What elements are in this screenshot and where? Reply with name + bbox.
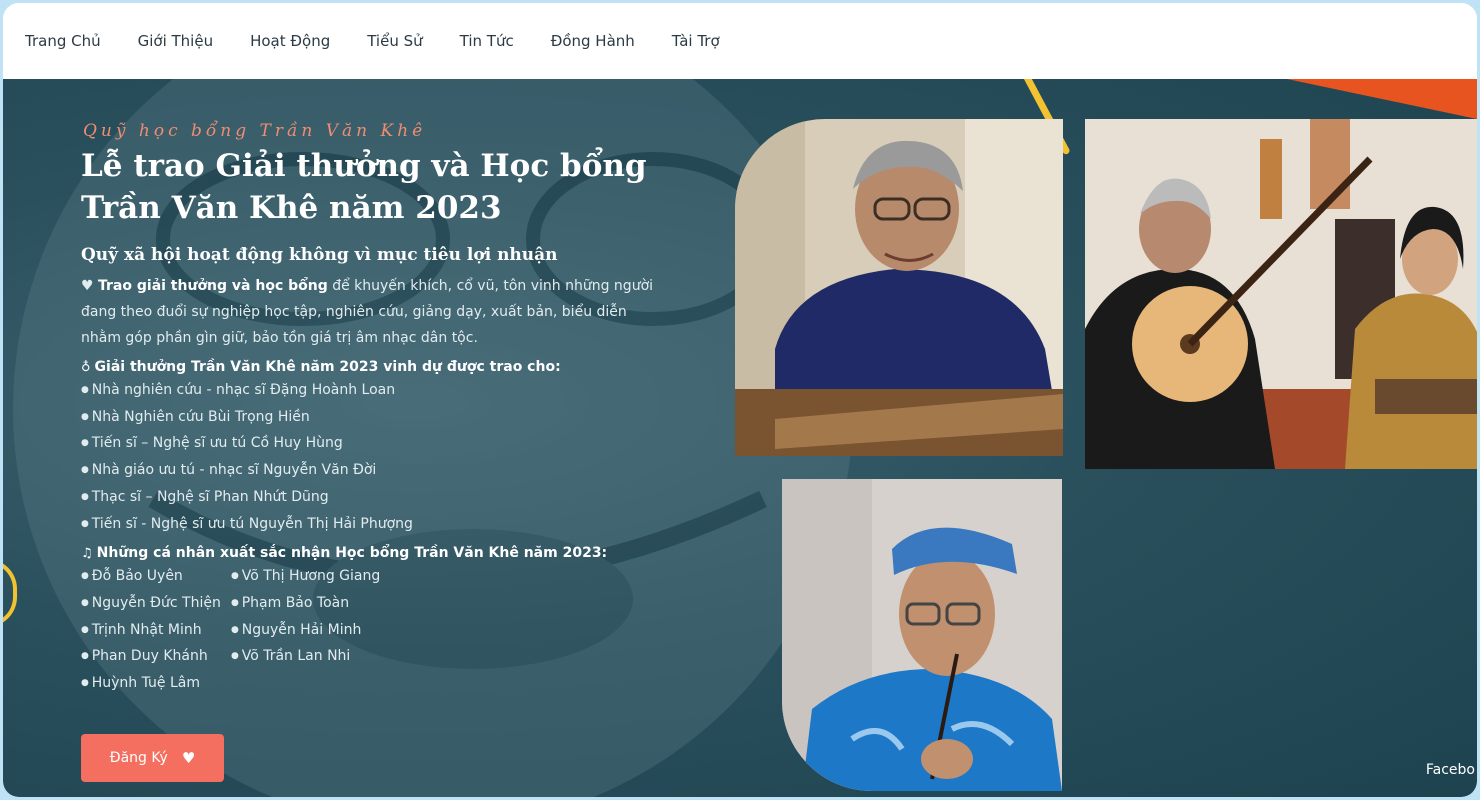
list-item: Nhà nghiên cứu - nhạc sĩ Đặng Hoành Loan xyxy=(81,377,671,404)
intro-bold: Trao giải thưởng và học bổng xyxy=(98,278,328,294)
browser-frame: Trang Chủ Giới Thiệu Hoạt Động Tiểu Sử T… xyxy=(3,3,1477,797)
scholar-columns: Đỗ Bảo Uyên Nguyễn Đức Thiện Trịnh Nhật … xyxy=(81,563,671,697)
nav-item-tai-tro[interactable]: Tài Trợ xyxy=(672,32,720,50)
heart-icon: ♥ xyxy=(81,278,94,294)
nav-item-dong-hanh[interactable]: Đồng Hành xyxy=(551,32,635,50)
photo-elder-zither xyxy=(735,119,1063,456)
list-item: Huỳnh Tuệ Lâm xyxy=(81,670,231,697)
list-item: Phạm Bảo Toàn xyxy=(231,590,380,617)
awardee-list: Nhà nghiên cứu - nhạc sĩ Đặng Hoành Loan… xyxy=(81,377,671,537)
nav-item-tieu-su[interactable]: Tiểu Sử xyxy=(367,32,422,50)
list-item: Nhà Nghiên cứu Bùi Trọng Hiền xyxy=(81,404,671,431)
list-item: Đỗ Bảo Uyên xyxy=(81,563,231,590)
awards-heading: ♁ Giải thưởng Trần Văn Khê năm 2023 vinh… xyxy=(81,359,671,375)
list-item: Võ Trần Lan Nhi xyxy=(231,643,380,670)
hero-content: Quỹ học bổng Trần Văn Khê Lễ trao Giải t… xyxy=(81,121,671,697)
facebook-link[interactable]: Facebo xyxy=(1426,762,1475,778)
hand-heart-icon: ♥ xyxy=(181,749,196,767)
hero-section: Quỹ học bổng Trần Văn Khê Lễ trao Giải t… xyxy=(3,79,1477,797)
nav-item-tin-tuc[interactable]: Tin Tức xyxy=(460,32,514,50)
award-icon: ♁ xyxy=(81,359,91,375)
scholar-list-1: Đỗ Bảo Uyên Nguyễn Đức Thiện Trịnh Nhật … xyxy=(81,563,231,697)
list-item: Nguyễn Hải Minh xyxy=(231,617,380,644)
photo-musician-blue xyxy=(782,479,1062,791)
top-navigation: Trang Chủ Giới Thiệu Hoạt Động Tiểu Sử T… xyxy=(3,3,1477,79)
nav-item-trang-chu[interactable]: Trang Chủ xyxy=(25,32,101,50)
list-item: Phan Duy Khánh xyxy=(81,643,231,670)
register-button[interactable]: Đăng Ký ♥ xyxy=(81,734,224,782)
hero-subtitle: Quỹ xã hội hoạt động không vì mục tiêu l… xyxy=(81,245,558,265)
scholarship-heading-text: Những cá nhân xuất sắc nhận Học bổng Trầ… xyxy=(96,545,608,562)
awards-heading-text: Giải thưởng Trần Văn Khê năm 2023 vinh d… xyxy=(94,359,561,375)
list-item: Trịnh Nhật Minh xyxy=(81,617,231,644)
list-item: Thạc sĩ – Nghệ sĩ Phan Nhứt Dũng xyxy=(81,484,671,511)
scholarship-heading: ♫ Những cá nhân xuất sắc nhận Học bổng T… xyxy=(81,545,671,561)
list-item: Nguyễn Đức Thiện xyxy=(81,590,231,617)
music-icon: ♫ xyxy=(81,545,93,561)
photo-elder-lute xyxy=(1085,119,1477,469)
register-label: Đăng Ký xyxy=(109,750,168,766)
list-item: Tiến sĩ - Nghệ sĩ ưu tú Nguyễn Thị Hải P… xyxy=(81,511,671,538)
scholar-list-2: Võ Thị Hương Giang Phạm Bảo Toàn Nguyễn … xyxy=(231,563,381,697)
page-title: Lễ trao Giải thưởng và Học bổng Trần Văn… xyxy=(81,148,647,226)
list-item: Nhà giáo ưu tú - nhạc sĩ Nguyễn Văn Đời xyxy=(81,457,671,484)
intro-paragraph: ♥ Trao giải thưởng và học bổng để khuyến… xyxy=(81,273,671,351)
list-item: Võ Thị Hương Giang xyxy=(231,563,381,590)
nav-item-hoat-dong[interactable]: Hoạt Động xyxy=(250,32,330,50)
hero-eyebrow: Quỹ học bổng Trần Văn Khê xyxy=(83,121,427,141)
list-item: Tiến sĩ – Nghệ sĩ ưu tú Cồ Huy Hùng xyxy=(81,430,671,457)
decorative-orange-corner xyxy=(1287,79,1477,119)
nav-item-gioi-thieu[interactable]: Giới Thiệu xyxy=(138,32,213,50)
